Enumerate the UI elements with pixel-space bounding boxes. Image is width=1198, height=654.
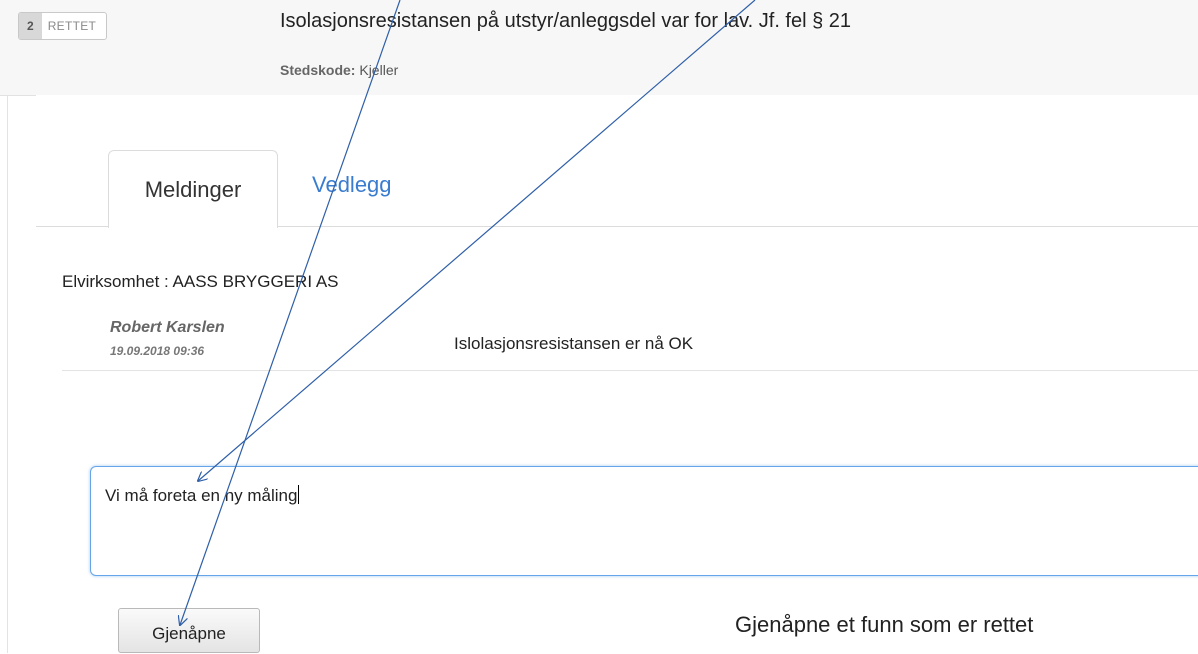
reopen-button[interactable]: Gjenåpne — [118, 608, 260, 653]
message-divider — [62, 370, 1198, 371]
location-value: Kjeller — [359, 62, 399, 78]
reply-text: Vi må foreta en ny måling — [105, 486, 298, 505]
text-caret — [298, 485, 300, 504]
org-line: Elvirksomhet : AASS BRYGGERI AS — [62, 272, 339, 291]
location-line: Stedskode: Kjeller — [280, 62, 398, 78]
message-timestamp: 19.09.2018 09:36 — [110, 344, 205, 358]
finding-number: 2 — [19, 13, 42, 39]
annotation-text: Gjenåpne et funn som er rettet — [735, 612, 1034, 637]
reply-text-wrap: Vi må foreta en ny måling — [105, 485, 300, 506]
tab-meldinger[interactable]: Meldinger — [108, 150, 278, 228]
finding-status: RETTET — [47, 19, 97, 33]
finding-title: Isolasjonsresistansen på utstyr/anleggsd… — [280, 10, 852, 32]
reply-textarea[interactable]: Vi må foreta en ny måling — [90, 466, 1198, 576]
tab-meldinger-label: Meldinger — [144, 176, 242, 202]
message-author: Robert Karslen — [110, 319, 225, 336]
panel-border — [7, 95, 8, 653]
finding-status-badge: 2 RETTET — [18, 12, 108, 40]
tab-vedlegg[interactable]: Vedlegg — [312, 172, 392, 198]
message-text: Islolasjonsresistansen er nå OK — [454, 334, 694, 353]
location-label: Stedskode: — [280, 62, 356, 78]
